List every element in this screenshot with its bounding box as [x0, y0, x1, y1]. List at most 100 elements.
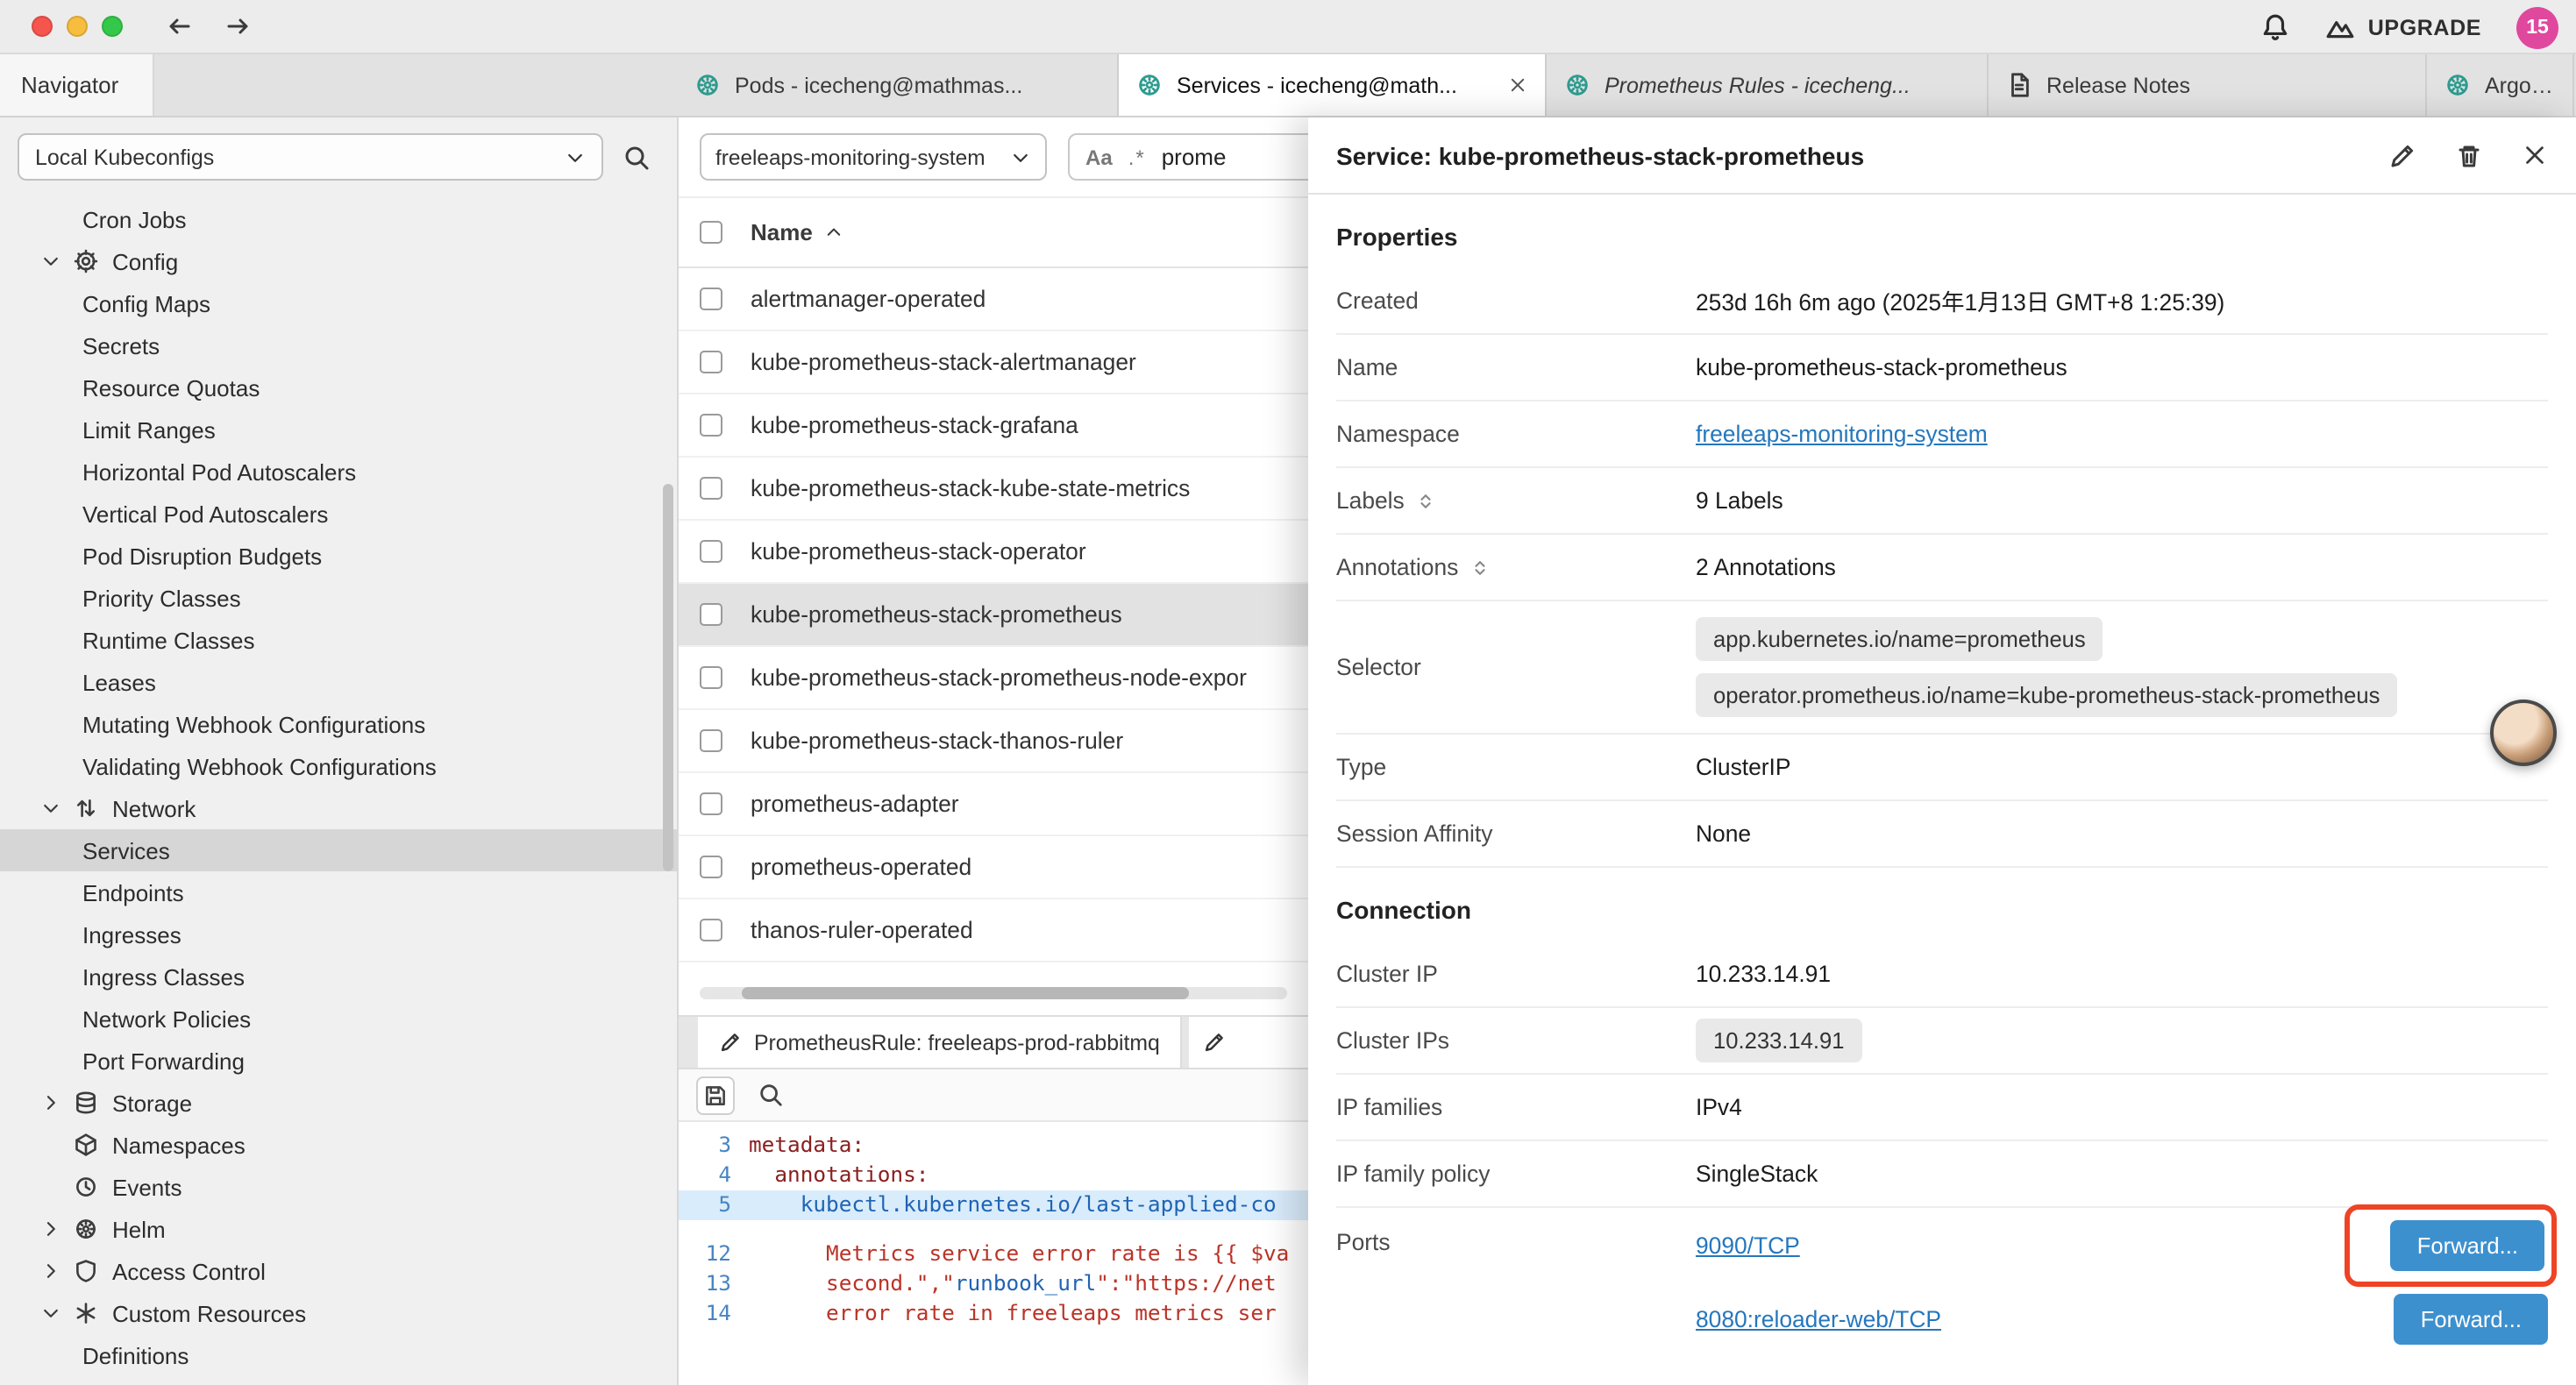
sidebar-item-definitions[interactable]: Definitions: [0, 1334, 677, 1376]
regex-toggle[interactable]: .*: [1128, 145, 1146, 169]
name-column-header[interactable]: Name: [751, 219, 844, 245]
delete-icon[interactable]: [2455, 141, 2483, 169]
sidebar-item-pod-disruption-budgets[interactable]: Pod Disruption Budgets: [0, 535, 677, 577]
table-row[interactable]: kube-prometheus-stack-thanos-ruler: [679, 710, 1308, 773]
row-checkbox[interactable]: [700, 414, 722, 437]
table-row[interactable]: kube-prometheus-stack-grafana: [679, 394, 1308, 458]
match-case-toggle[interactable]: Aa: [1085, 145, 1113, 169]
chevron-down-icon[interactable]: [37, 798, 65, 819]
sort-icon[interactable]: [1415, 490, 1436, 511]
chevron-right-icon[interactable]: [37, 1218, 65, 1239]
table-row[interactable]: kube-prometheus-stack-prometheus-node-ex…: [679, 647, 1308, 710]
sidebar-item-resource-quotas[interactable]: Resource Quotas: [0, 366, 677, 408]
chevron-down-icon[interactable]: [37, 1303, 65, 1324]
row-checkbox[interactable]: [700, 351, 722, 373]
row-checkbox[interactable]: [700, 603, 722, 626]
maximize-window-button[interactable]: [102, 16, 123, 37]
sidebar-item-secrets[interactable]: Secrets: [0, 324, 677, 366]
sidebar-item-network[interactable]: Network: [0, 787, 677, 829]
chevron-right-icon[interactable]: [37, 1261, 65, 1282]
port-link[interactable]: 9090/TCP: [1696, 1232, 1800, 1258]
row-checkbox[interactable]: [700, 919, 722, 941]
sidebar-item-vertical-pod-autoscalers[interactable]: Vertical Pod Autoscalers: [0, 493, 677, 535]
table-row[interactable]: prometheus-adapter: [679, 773, 1308, 836]
editor-search-icon[interactable]: [758, 1082, 784, 1108]
dock-tab-prometheusrule[interactable]: PrometheusRule: freeleaps-prod-rabbitmq: [698, 1017, 1183, 1068]
sidebar-item-endpoints[interactable]: Endpoints: [0, 871, 677, 913]
yaml-editor[interactable]: 3metadata:4 annotations:5 kubectl.kubern…: [679, 1122, 1308, 1385]
sidebar-item-limit-ranges[interactable]: Limit Ranges: [0, 408, 677, 451]
row-checkbox[interactable]: [700, 856, 722, 878]
row-checkbox[interactable]: [700, 792, 722, 815]
close-drawer-icon[interactable]: [2522, 142, 2548, 168]
back-icon[interactable]: [165, 12, 193, 40]
sidebar-item-mutating-webhook-configurations[interactable]: Mutating Webhook Configurations: [0, 703, 677, 745]
table-search-box[interactable]: Aa .*: [1068, 133, 1308, 181]
sidebar-item-priority-classes[interactable]: Priority Classes: [0, 577, 677, 619]
sidebar-search-icon[interactable]: [623, 143, 651, 171]
table-row[interactable]: thanos-ruler-operated: [679, 899, 1308, 962]
sidebar-item-network-policies[interactable]: Network Policies: [0, 998, 677, 1040]
sidebar-item-services[interactable]: Services: [0, 829, 677, 871]
table-row[interactable]: prometheus-operated: [679, 836, 1308, 899]
row-checkbox[interactable]: [700, 540, 722, 563]
sidebar-item-cron-jobs[interactable]: Cron Jobs: [0, 198, 677, 240]
minimize-window-button[interactable]: [67, 16, 88, 37]
scrollbar-thumb[interactable]: [742, 987, 1189, 999]
notifications-bell-icon[interactable]: [2261, 12, 2291, 42]
upgrade-button[interactable]: UPGRADE: [2326, 12, 2481, 42]
kubeconfig-selector[interactable]: Local Kubeconfigs: [18, 133, 603, 181]
sidebar-item-ingresses[interactable]: Ingresses: [0, 913, 677, 955]
horizontal-scrollbar[interactable]: [700, 987, 1287, 999]
table-row[interactable]: kube-prometheus-stack-kube-state-metrics: [679, 458, 1308, 521]
avatar[interactable]: [2490, 700, 2557, 766]
close-icon[interactable]: [1508, 75, 1527, 95]
table-row[interactable]: kube-prometheus-stack-operator: [679, 521, 1308, 584]
sidebar-item-config[interactable]: Config: [0, 240, 677, 282]
sort-icon[interactable]: [1469, 557, 1490, 578]
tab-pods-icecheng-mathmas[interactable]: Pods - icecheng@mathmas...: [677, 54, 1119, 116]
row-checkbox[interactable]: [700, 477, 722, 500]
sidebar-item-port-forwarding[interactable]: Port Forwarding: [0, 1040, 677, 1082]
row-checkbox[interactable]: [700, 729, 722, 752]
forward-button[interactable]: Forward...: [2395, 1293, 2548, 1344]
namespace-selector[interactable]: freeleaps-monitoring-system: [700, 133, 1047, 181]
sidebar-item-events[interactable]: Events: [0, 1166, 677, 1208]
tab-argo-se[interactable]: Argo Se: [2427, 54, 2574, 116]
sidebar-scrollbar[interactable]: [663, 484, 673, 871]
sidebar-item-helm[interactable]: Helm: [0, 1208, 677, 1250]
sidebar-item-storage[interactable]: Storage: [0, 1082, 677, 1124]
close-window-button[interactable]: [32, 16, 53, 37]
table-row[interactable]: kube-prometheus-stack-alertmanager: [679, 331, 1308, 394]
sidebar-item-validating-webhook-configurations[interactable]: Validating Webhook Configurations: [0, 745, 677, 787]
sidebar-item-access-control[interactable]: Access Control: [0, 1250, 677, 1292]
row-checkbox[interactable]: [700, 666, 722, 689]
forward-button[interactable]: Forward...: [2391, 1219, 2544, 1270]
sidebar-item-runtime-classes[interactable]: Runtime Classes: [0, 619, 677, 661]
edit-icon[interactable]: [2388, 141, 2416, 169]
tab-prometheus-rules-icecheng[interactable]: Prometheus Rules - icecheng...: [1547, 54, 1989, 116]
namespace-link[interactable]: freeleaps-monitoring-system: [1696, 421, 1988, 447]
sidebar-item-namespaces[interactable]: Namespaces: [0, 1124, 677, 1166]
detail-label: Ports: [1336, 1208, 1696, 1255]
tab-release-notes[interactable]: Release Notes: [1989, 54, 2427, 116]
dock-tab-partial[interactable]: [1190, 1017, 1308, 1068]
tab-services-icecheng-math[interactable]: Services - icecheng@math...: [1119, 54, 1547, 116]
chevron-right-icon[interactable]: [37, 1092, 65, 1113]
sidebar-item-custom-resources[interactable]: Custom Resources: [0, 1292, 677, 1334]
forward-icon[interactable]: [224, 12, 253, 40]
sidebar-item-horizontal-pod-autoscalers[interactable]: Horizontal Pod Autoscalers: [0, 451, 677, 493]
save-button[interactable]: [696, 1076, 735, 1114]
row-checkbox[interactable]: [700, 288, 722, 310]
notification-count-badge[interactable]: 15: [2516, 6, 2558, 48]
select-all-checkbox[interactable]: [700, 221, 722, 244]
sidebar-item-ingress-classes[interactable]: Ingress Classes: [0, 955, 677, 998]
table-row[interactable]: kube-prometheus-stack-prometheus: [679, 584, 1308, 647]
chevron-down-icon[interactable]: [37, 251, 65, 272]
table-row[interactable]: alertmanager-operated: [679, 268, 1308, 331]
sidebar-item-config-maps[interactable]: Config Maps: [0, 282, 677, 324]
port-link[interactable]: 8080:reloader-web/TCP: [1696, 1305, 1941, 1332]
sidebar-item-leases[interactable]: Leases: [0, 661, 677, 703]
navigator-header: Navigator: [0, 54, 154, 116]
search-input[interactable]: [1162, 144, 1284, 170]
